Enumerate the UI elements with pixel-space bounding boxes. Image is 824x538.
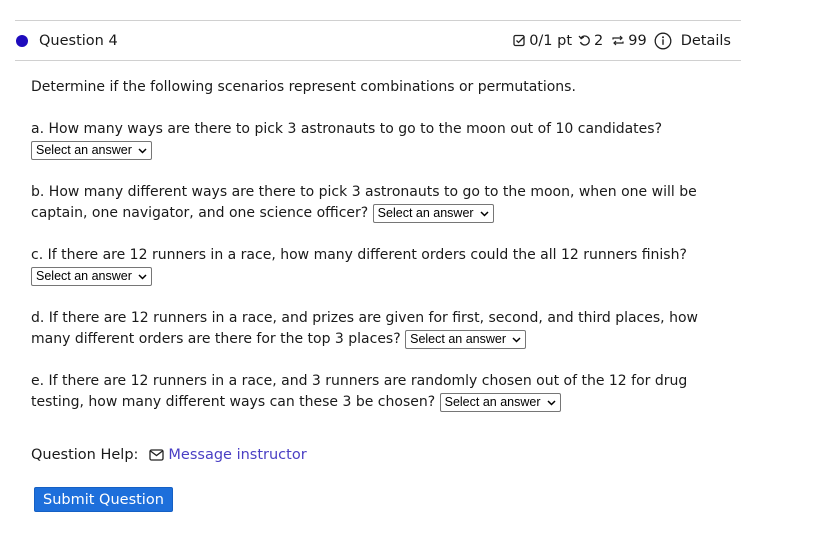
question-part-e: e. If there are 12 runners in a race, an… [31, 371, 731, 413]
submit-question-button[interactable]: Submit Question [34, 487, 173, 512]
chevron-down-icon [512, 335, 521, 344]
status-dot-icon [16, 34, 28, 47]
details-button[interactable]: Details [654, 32, 731, 50]
details-label[interactable]: Details [681, 33, 731, 49]
question-intro: Determine if the following scenarios rep… [31, 79, 576, 95]
chevron-down-icon [138, 146, 147, 155]
envelope-icon [149, 449, 165, 461]
question-part-b: b. How many different ways are there to … [31, 182, 731, 224]
retry-icon [611, 34, 625, 47]
question-body: Determine if the following scenarios rep… [31, 77, 731, 434]
question-header: Question 4 0/1 pt 2 99 Details [15, 21, 741, 60]
select-value: Select an answer [36, 142, 132, 157]
question-help: Question Help: Message instructor [31, 447, 307, 463]
answer-select-e[interactable]: Select an answer [439, 392, 561, 412]
question-help-label: Question Help: [31, 447, 139, 463]
chevron-down-icon [480, 209, 489, 218]
question-meta: 0/1 pt 2 99 Details [513, 32, 731, 50]
attempts-count: 2 [594, 32, 604, 49]
undo-icon [578, 34, 591, 47]
part-b-text: b. How many different ways are there to … [31, 184, 697, 221]
retries: 99 [611, 32, 647, 49]
chevron-down-icon [138, 272, 147, 281]
question-part-c: c. If there are 12 runners in a race, ho… [31, 245, 731, 287]
select-value: Select an answer [410, 331, 506, 346]
answer-select-b[interactable]: Select an answer [372, 203, 494, 223]
message-instructor-link[interactable]: Message instructor [168, 447, 306, 463]
retries-count: 99 [628, 32, 647, 49]
chevron-down-icon [546, 398, 556, 407]
header-divider [15, 60, 741, 61]
answer-select-a[interactable]: Select an answer [31, 140, 152, 160]
part-a-text: a. How many ways are there to pick 3 ast… [31, 121, 662, 137]
part-c-text: c. If there are 12 runners in a race, ho… [31, 247, 687, 263]
question-part-a: a. How many ways are there to pick 3 ast… [31, 119, 731, 161]
answer-select-c[interactable]: Select an answer [31, 266, 152, 286]
select-value: Select an answer [36, 268, 132, 283]
select-value: Select an answer [444, 394, 541, 409]
info-icon [654, 32, 672, 50]
select-value: Select an answer [377, 205, 474, 220]
question-part-d: d. If there are 12 runners in a race, an… [31, 308, 731, 350]
answer-select-d[interactable]: Select an answer [405, 329, 526, 349]
question-title: Question 4 [39, 32, 118, 49]
checkbox-icon [513, 34, 526, 47]
part-e-text: e. If there are 12 runners in a race, an… [31, 373, 688, 410]
score-text: 0/1 pt [529, 32, 573, 49]
attempts: 2 [578, 33, 603, 49]
part-d-text: d. If there are 12 runners in a race, an… [31, 310, 698, 347]
